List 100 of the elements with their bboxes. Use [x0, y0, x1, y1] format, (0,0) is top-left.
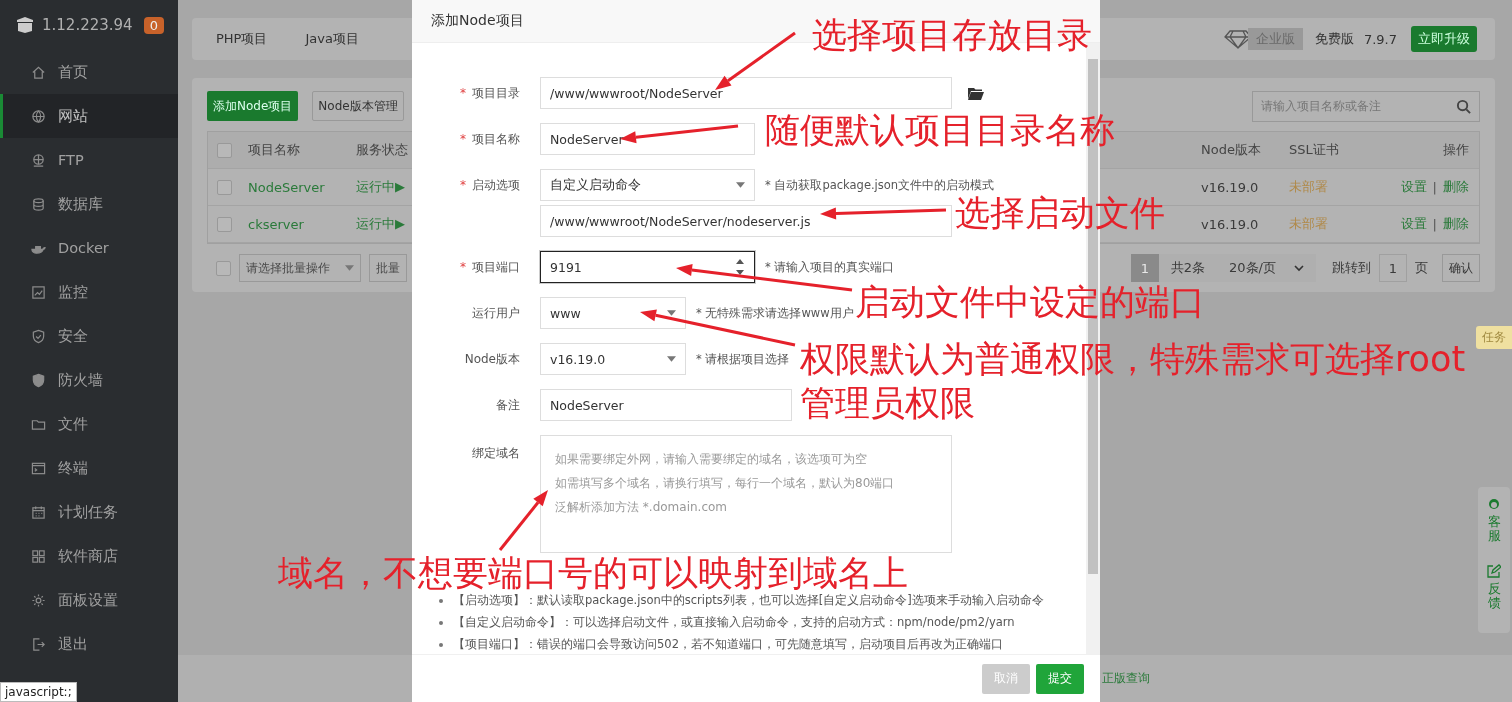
version-manager-button[interactable]: Node版本管理 — [312, 91, 404, 121]
gear-icon — [31, 592, 46, 608]
sidebar-item[interactable]: 安全 — [0, 314, 178, 358]
folder-icon[interactable] — [968, 86, 984, 100]
sidebar-item[interactable]: 面板设置 — [0, 578, 178, 622]
separator: | — [1432, 216, 1437, 232]
terminal-icon — [31, 460, 46, 476]
sidebar-item[interactable]: 首页 — [0, 50, 178, 94]
project-tab[interactable]: PHP项目 — [216, 30, 306, 48]
batch-button[interactable]: 批量 — [369, 254, 407, 282]
version-label: 7.9.7 — [1363, 31, 1397, 47]
sidebar-item[interactable]: 软件商店 — [0, 534, 178, 578]
notification-badge[interactable]: 0 — [143, 16, 164, 34]
select-field[interactable]: www — [540, 297, 686, 329]
placeholder-text: 如果需要绑定外网，请输入需要绑定的域名，该选项可为空 — [555, 451, 867, 468]
hint-text: * 请根据项目选择 — [696, 351, 790, 367]
headset-icon[interactable] — [1487, 497, 1501, 511]
globe-icon — [31, 108, 46, 124]
search-icon[interactable] — [1456, 98, 1471, 114]
shield-icon — [31, 372, 46, 388]
annotation-text: 随便默认项目目录名称 — [765, 109, 1115, 152]
jump-label: 跳转到 — [1331, 259, 1372, 277]
sidebar-item[interactable]: Docker — [0, 226, 178, 270]
calendar-icon — [31, 504, 46, 520]
text-field[interactable]: /www/wwwroot/NodeServer/nodeserver.js — [540, 205, 952, 237]
placeholder-text: 如需填写多个域名，请换行填写，每行一个域名，默认为80端口 — [555, 475, 895, 492]
select-field[interactable]: v16.19.0 — [540, 343, 686, 375]
text-field[interactable]: NodeServer — [540, 389, 792, 421]
annotation-text: 权限默认为普通权限，特殊需求可选择root 管理员权限 — [800, 338, 1466, 425]
status-tooltip: javascript:; — [0, 682, 77, 702]
text-field[interactable]: NodeServer — [540, 123, 755, 155]
batch-select[interactable]: 请选择批量操作 — [239, 254, 361, 282]
annotation-arrow — [498, 490, 548, 551]
caret-icon — [667, 310, 676, 316]
column-header: 服务状态 — [356, 141, 408, 159]
checkbox[interactable] — [217, 142, 232, 158]
field-label: * 项目端口 — [460, 259, 520, 274]
port-field[interactable]: 9191 — [540, 251, 755, 283]
page-input[interactable]: 1 — [1379, 254, 1407, 282]
note-text: 【自定义启动命令】：可以选择启动文件，或直接输入启动命令，支持的启动方式：npm/node/pm2/yarn — [453, 615, 1015, 630]
chevron-icon — [1294, 264, 1304, 272]
table-cell: v16.19.0 — [1201, 216, 1259, 232]
table-cell: v16.19.0 — [1201, 179, 1259, 195]
monitor-icon — [31, 284, 46, 300]
caret-icon — [345, 265, 354, 271]
globe-icon — [31, 152, 46, 168]
hint-text: * 自动获取package.json文件中的启动模式 — [765, 177, 995, 193]
select-field[interactable]: 自定义启动命令 — [540, 169, 755, 201]
server-address: 1.12.223.94 — [42, 16, 134, 34]
field-label: Node版本 — [464, 351, 520, 366]
home-icon — [31, 64, 46, 80]
confirm-button[interactable]: 确认 — [1442, 254, 1480, 282]
add-project-button[interactable]: 添加Node项目 — [207, 91, 299, 121]
grid-icon — [31, 548, 46, 564]
field-label: * 项目名称 — [460, 131, 520, 146]
page-number[interactable]: 1 — [1130, 254, 1159, 282]
path-field[interactable]: /www/wwwroot/NodeServer — [540, 77, 952, 109]
checkbox[interactable] — [216, 260, 231, 276]
caret-icon — [736, 182, 745, 188]
caret-icon — [667, 356, 676, 362]
hint-text: * 无特殊需求请选择www用户 — [696, 305, 854, 321]
database-icon — [31, 196, 46, 212]
edit-icon[interactable] — [1487, 563, 1501, 578]
sidebar-item[interactable]: 数据库 — [0, 182, 178, 226]
annotation-text: 启动文件中设定的端口 — [855, 281, 1205, 324]
sidebar-item[interactable]: 防火墙 — [0, 358, 178, 402]
project-tab[interactable]: Java项目 — [305, 30, 397, 48]
dialog-title: 添加Node项目 — [431, 12, 524, 30]
checkbox[interactable] — [217, 179, 232, 195]
shield-check-icon — [31, 328, 46, 344]
field-label: 运行用户 — [472, 305, 520, 320]
annotation-text: 选择启动文件 — [955, 192, 1165, 235]
field-label: * 启动选项 — [460, 177, 520, 192]
server-icon — [16, 16, 34, 34]
placeholder-text: 泛解析添加方法 *.domain.com — [555, 499, 727, 516]
sidebar-item[interactable]: 终端 — [0, 446, 178, 490]
domain-field[interactable]: 如果需要绑定外网，请输入需要绑定的域名，该选项可为空 如需填写多个域名，请换行填写，每行一个域名，默认为80端口 泛解析添加方法 *.domain.com — [540, 435, 952, 553]
sidebar-item[interactable]: FTP — [0, 138, 178, 182]
sidebar-item[interactable]: 网站 — [0, 94, 178, 138]
page-unit: 页 — [1414, 259, 1429, 277]
submit-button[interactable]: 提交 — [1036, 663, 1084, 694]
field-label: 绑定域名 — [472, 446, 520, 460]
page-size-select[interactable]: 20条/页 — [1217, 254, 1316, 282]
column-header: 项目名称 — [248, 141, 300, 159]
sidebar-item[interactable]: 计划任务 — [0, 490, 178, 534]
hint-text: * 请输入项目的真实端口 — [765, 259, 895, 275]
plan-label: 免费版 — [1314, 30, 1354, 48]
note-text: 【启动选项】：默认读取package.json中的scripts列表，也可以选择[自定义启动命令]选项来手动输入启动命令 — [453, 593, 1044, 608]
upgrade-button[interactable]: 立即升级 — [1411, 26, 1477, 52]
sidebar-item[interactable]: 监控 — [0, 270, 178, 314]
sidebar-item[interactable]: 退出 — [0, 622, 178, 666]
checkbox[interactable] — [217, 216, 232, 232]
total-count: 共2条 — [1158, 254, 1218, 282]
field-label: 备注 — [496, 397, 520, 412]
separator: | — [1432, 179, 1437, 195]
annotation-text: 选择项目存放目录 — [812, 14, 1092, 57]
column-header: 操作 — [1443, 141, 1469, 159]
column-header: SSL证书 — [1289, 141, 1339, 159]
field-label: * 项目目录 — [460, 85, 520, 100]
sidebar-item[interactable]: 文件 — [0, 402, 178, 446]
